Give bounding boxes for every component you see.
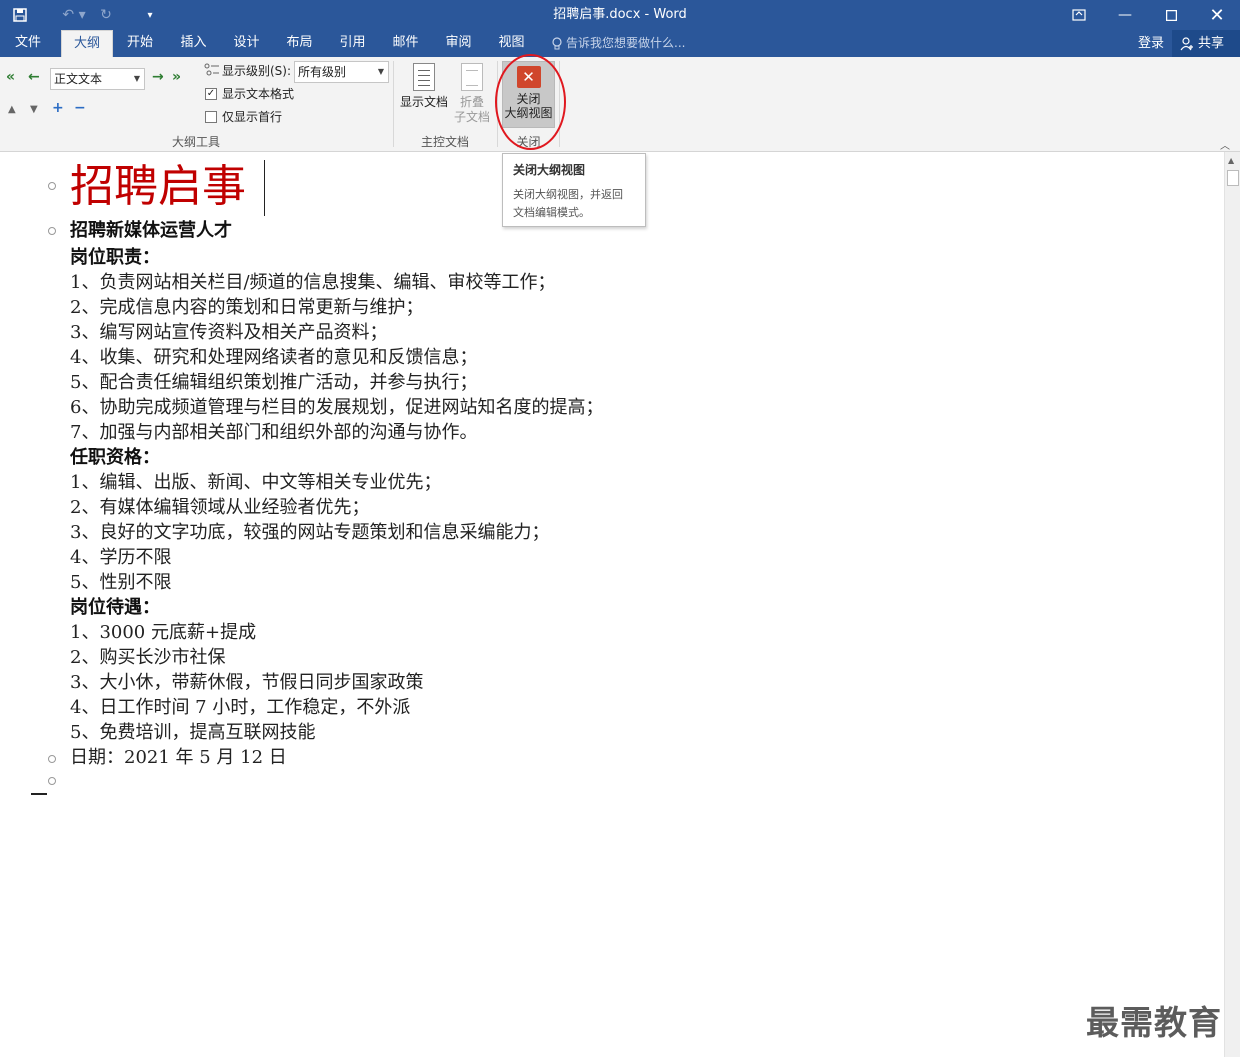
list-item: 5、免费培训，提高互联网技能 [70,722,316,743]
ribbon-panel: « ← 正文文本 ▼ → » ▲ ▼ + − 显示级别(S): 所有级别 ▼ ✓… [0,57,1240,152]
list-item: 3、大小休，带薪休假，节假日同步国家政策 [70,672,424,693]
tab-mailings[interactable]: 邮件 [379,30,432,57]
list-item: 3、良好的文字功底，较强的网站专题策划和信息采编能力； [70,522,550,543]
scrollbar-thumb[interactable] [1227,170,1239,186]
collapse-subdocuments-label-1: 折叠 [459,95,484,109]
tooltip-body-line2: 文档编辑模式。 [513,206,590,219]
list-item: 1、编辑、出版、新闻、中文等相关专业优先； [70,472,442,493]
list-item: 1、负责网站相关栏目/频道的信息搜集、编辑、审校等工作； [70,272,556,293]
annotation-circle [495,54,566,150]
list-item: 2、购买长沙市社保 [70,647,226,668]
show-level-icon [204,63,219,76]
tab-layout[interactable]: 布局 [273,30,326,57]
list-item: 4、收集、研究和处理网络读者的意见和反馈信息； [70,347,478,368]
section-heading-benefits: 岗位待遇： [70,597,160,618]
show-text-format-label: 显示文本格式 [222,87,295,101]
watermark-text: 最需教育 [1086,1003,1222,1042]
ribbon-tabs: 文件 大纲 开始 插入 设计 布局 引用 邮件 审阅 视图 [0,30,538,57]
tab-view[interactable]: 视图 [485,30,538,57]
title-bar: ↶ ▾ ↻ ▾ 招聘启事.docx - Word — ✕ [0,0,1240,30]
list-item: 4、学历不限 [70,547,172,568]
tab-review[interactable]: 审阅 [432,30,485,57]
demote-to-body-icon[interactable]: » [172,69,181,85]
show-level-label: 显示级别(S): [222,64,292,78]
tooltip-body-line1: 关闭大纲视图，并返回 [513,188,623,201]
list-item: 5、配合责任编辑组织策划推广活动，并参与执行； [70,372,478,393]
outline-level-select[interactable]: 正文文本 ▼ [50,68,145,90]
show-document-label: 显示文档 [399,95,448,109]
show-level-select[interactable]: 所有级别 ▼ [294,61,389,83]
show-level-value: 所有级别 [298,65,347,79]
outline-level-value: 正文文本 [54,72,103,86]
group-label-master-document: 主控文档 [420,135,469,149]
window-controls: — ✕ [1056,0,1240,30]
ribbon-tab-bar: 文件 大纲 开始 插入 设计 布局 引用 邮件 审阅 视图 告诉我您想要做什么.… [0,30,1240,57]
document-title: 招聘启事 [70,161,246,212]
list-item: 5、性别不限 [70,572,172,593]
document-area[interactable]: 招聘启事 招聘新媒体运营人才 岗位职责： 1、负责网站相关栏目/频道的信息搜集、… [0,152,1224,1057]
tab-file[interactable]: 文件 [0,30,56,57]
chevron-down-icon: ▼ [377,67,384,76]
list-item: 7、加强与内部相关部门和组织外部的沟通与协作。 [70,422,478,443]
outline-bullet[interactable] [48,755,56,763]
collapse-subdocuments-button[interactable]: 折叠 子文档 [452,63,492,125]
section-heading-duties: 岗位职责： [70,247,160,268]
demote-icon[interactable]: → [152,69,164,85]
collapse-subdocuments-label-2: 子文档 [453,110,490,124]
promote-icon[interactable]: ← [28,69,40,85]
outline-bullet[interactable] [48,227,56,235]
document-subtitle: 招聘新媒体运营人才 [70,220,232,241]
show-first-line-checkbox[interactable] [205,111,217,123]
collapse-ribbon-icon[interactable]: ︿ [1220,137,1230,152]
list-item: 2、有媒体编辑领域从业经验者优先； [70,497,370,518]
move-up-icon[interactable]: ▲ [8,104,16,115]
tab-home[interactable]: 开始 [113,30,167,57]
minimize-icon[interactable]: — [1102,0,1148,30]
tab-design[interactable]: 设计 [220,30,273,57]
tell-me-box[interactable]: 告诉我您想要做什么... [552,30,685,57]
list-item: 6、协助完成频道管理与栏目的发展规划，促进网站知名度的提高； [70,397,604,418]
scroll-up-icon[interactable]: ▲ [1228,156,1234,165]
show-first-line-label: 仅显示首行 [222,110,283,124]
chevron-down-icon: ▼ [133,74,140,83]
tooltip-title: 关闭大纲视图 [513,163,586,177]
tab-outline[interactable]: 大纲 [61,30,113,57]
share-button[interactable]: 共享 [1172,30,1240,57]
show-text-format-checkbox[interactable]: ✓ [205,88,217,100]
person-add-icon [1180,36,1193,50]
tab-insert[interactable]: 插入 [167,30,220,57]
close-outline-tooltip: 关闭大纲视图 关闭大纲视图，并返回 文档编辑模式。 [502,153,646,227]
list-item: 4、日工作时间 7 小时，工作稳定，不外派 [70,697,411,718]
list-item: 3、编写网站宣传资料及相关产品资料； [70,322,388,343]
outline-bullet[interactable] [48,777,56,785]
sign-in-link[interactable]: 登录 [1138,30,1164,57]
share-label: 共享 [1198,36,1225,51]
outline-bullet[interactable] [48,182,56,190]
expand-icon[interactable]: + [52,100,64,116]
group-separator [393,61,394,147]
ribbon-display-options-icon[interactable] [1056,0,1102,30]
tab-references[interactable]: 引用 [326,30,379,57]
move-down-icon[interactable]: ▼ [30,104,38,115]
end-of-document-marker [31,793,47,795]
lightbulb-icon [552,36,562,49]
collapse-icon[interactable]: − [74,100,86,116]
close-icon[interactable]: ✕ [1194,0,1240,30]
tell-me-text: 告诉我您想要做什么... [566,36,686,50]
section-heading-qualifications: 任职资格： [70,447,160,468]
show-document-button[interactable]: 显示文档 [398,63,450,110]
vertical-scrollbar[interactable]: ▲ [1224,152,1240,1057]
list-item: 2、完成信息内容的策划和日常更新与维护； [70,297,424,318]
text-cursor [264,160,265,216]
show-document-icon [413,63,435,91]
date-line: 日期：2021 年 5 月 12 日 [70,747,287,768]
collapse-subdocuments-icon [461,63,483,91]
maximize-icon[interactable] [1148,0,1194,30]
promote-to-heading1-icon[interactable]: « [6,69,15,85]
group-label-outline-tools: 大纲工具 [171,135,220,149]
window-title: 招聘启事.docx - Word [553,7,687,22]
list-item: 1、3000 元底薪+提成 [70,622,257,643]
